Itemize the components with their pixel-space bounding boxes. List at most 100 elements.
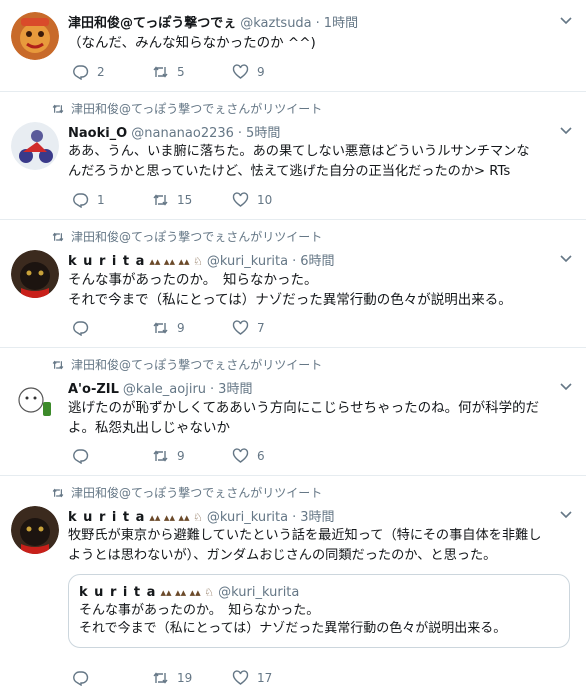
reply-button[interactable]: 2 xyxy=(72,64,152,80)
tweet-actions: 19 17 xyxy=(72,670,312,686)
retweet-button[interactable]: 15 xyxy=(152,192,232,208)
retweet-button[interactable]: 9 xyxy=(152,320,232,336)
quoted-user-handle: @kuri_kurita xyxy=(218,585,300,600)
retweet-button[interactable]: 19 xyxy=(152,670,232,686)
tweet-header: k u r i t a ▴▴ ▴▴ ▴▴ ♘ @kuri_kurita · 3時… xyxy=(68,506,556,525)
like-count: 17 xyxy=(257,671,273,685)
quoted-text-line: それで今まで（私にとっては）ナゾだった異常行動の色々が説明出来る。 xyxy=(79,621,507,636)
retweet-icon xyxy=(52,360,64,369)
retweet-count: 15 xyxy=(177,193,193,207)
retweet-context[interactable]: 津田和俊@てっぽう撃つでぇさんがリツイート xyxy=(51,100,322,117)
timestamp[interactable]: 3時間 xyxy=(300,506,334,525)
timestamp[interactable]: 3時間 xyxy=(218,378,252,397)
retweet-context-label: 津田和俊@てっぽう撃つでぇさんがリツイート xyxy=(71,102,323,116)
retweet-icon xyxy=(52,488,64,497)
chevron-down-icon[interactable] xyxy=(560,383,572,391)
like-icon xyxy=(232,320,249,335)
tweet-text-line: そんな事があったのか。 知らなかった。 xyxy=(68,272,318,288)
retweet-button[interactable]: 5 xyxy=(152,64,232,80)
retweet-count: 19 xyxy=(177,671,193,685)
tweet-text-line: （なんだ、みんな知らなかったのか ^^) xyxy=(68,35,316,51)
tweet-text-line: んだろうかと思っていたけど、怯えて逃げた自分の正当化だったのか> RTs xyxy=(68,164,511,179)
tweet[interactable]: 津田和俊@てっぽう撃つでぇさんがリツイート k u r i t a ▴▴ ▴▴ … xyxy=(0,476,586,696)
tweet-header: A'o-ZIL @kale_aojiru · 3時間 xyxy=(68,378,556,397)
like-button[interactable]: 10 xyxy=(232,192,312,208)
tweet-header: Naoki_O @nananao2236 · 5時間 xyxy=(68,122,556,141)
timeline: 津田和俊@てっぽう撃つでぇ @kaztsuda · 1時間 （なんだ、みんな知ら… xyxy=(0,0,586,696)
avatar[interactable] xyxy=(11,122,59,170)
like-button[interactable]: 7 xyxy=(232,320,312,336)
avatar[interactable] xyxy=(11,12,59,60)
tweet[interactable]: 津田和俊@てっぽう撃つでぇさんがリツイート k u r i t a ▴▴ ▴▴ … xyxy=(0,220,586,348)
reply-count: 1 xyxy=(97,193,105,207)
chevron-down-icon[interactable] xyxy=(560,255,572,263)
display-name[interactable]: k u r i t a xyxy=(68,254,145,269)
like-count: 9 xyxy=(257,65,265,79)
like-count: 7 xyxy=(257,321,265,335)
timestamp[interactable]: 6時間 xyxy=(300,250,334,269)
tweet[interactable]: 津田和俊@てっぽう撃つでぇさんがリツイート Naoki_O @nananao22… xyxy=(0,92,586,220)
like-count: 10 xyxy=(257,193,273,207)
retweet-icon xyxy=(52,232,64,241)
retweet-icon xyxy=(153,66,168,78)
separator: · xyxy=(292,510,297,525)
tweet-text: 牧野氏が東京から避難していたという話を最近知って（特にその事自体を非難し ようと… xyxy=(68,526,580,566)
user-handle[interactable]: @kale_aojiru xyxy=(123,382,206,397)
display-name[interactable]: Naoki_O xyxy=(68,126,127,141)
retweet-icon xyxy=(52,104,64,113)
chevron-down-icon[interactable] xyxy=(560,17,572,25)
retweet-count: 5 xyxy=(177,65,185,79)
retweet-count: 9 xyxy=(177,321,185,335)
like-button[interactable]: 17 xyxy=(232,670,312,686)
tweet-text: そんな事があったのか。 知らなかった。 それで今まで（私にとっては）ナゾだった異… xyxy=(68,270,564,310)
reply-count: 2 xyxy=(97,65,105,79)
quoted-text-line: そんな事があったのか。 知らなかった。 xyxy=(79,603,320,618)
display-name[interactable]: k u r i t a xyxy=(68,510,145,525)
reply-button[interactable] xyxy=(72,448,152,464)
like-count: 6 xyxy=(257,449,265,463)
reply-button[interactable] xyxy=(72,670,152,686)
user-handle[interactable]: @kuri_kurita xyxy=(207,510,288,525)
retweet-button[interactable]: 9 xyxy=(152,448,232,464)
tweet[interactable]: 津田和俊@てっぽう撃つでぇさんがリツイート A'o-ZIL @kale_aoji… xyxy=(0,348,586,476)
reply-icon xyxy=(73,65,89,80)
name-emoji-icon: ▴▴ ▴▴ ▴▴ ♘ xyxy=(149,255,203,268)
avatar[interactable] xyxy=(11,506,59,554)
chevron-down-icon[interactable] xyxy=(560,511,572,519)
tweet-text-line: それで今まで（私にとっては）ナゾだった異常行動の色々が説明出来る。 xyxy=(68,292,512,308)
tweet-text-line: ああ、うん、いま腑に落ちた。あの果てしない悪意はどういうルサンチマンな xyxy=(68,144,530,159)
user-handle[interactable]: @kaztsuda xyxy=(240,16,311,31)
tweet[interactable]: 津田和俊@てっぽう撃つでぇ @kaztsuda · 1時間 （なんだ、みんな知ら… xyxy=(0,0,586,92)
separator: · xyxy=(210,382,215,397)
tweet-text: ああ、うん、いま腑に落ちた。あの果てしない悪意はどういうルサンチマンな んだろう… xyxy=(68,142,578,182)
reply-button[interactable] xyxy=(72,320,152,336)
tweet-text: 逃げたのが恥ずかしくてああいう方向にこじらせちゃったのね。何が科学的だ よ。私怨… xyxy=(68,398,564,438)
tweet-text-line: ようとは思わないが）、ガンダムおじさんの同類だったのか、と思った。 xyxy=(68,548,497,563)
reply-icon xyxy=(73,449,89,464)
like-button[interactable]: 6 xyxy=(232,448,312,464)
user-handle[interactable]: @kuri_kurita xyxy=(207,254,288,269)
display-name[interactable]: 津田和俊@てっぽう撃つでぇ xyxy=(68,12,236,31)
retweet-context-label: 津田和俊@てっぽう撃つでぇさんがリツイート xyxy=(71,358,323,372)
avatar[interactable] xyxy=(11,250,59,298)
retweet-context-label: 津田和俊@てっぽう撃つでぇさんがリツイート xyxy=(71,486,323,500)
like-button[interactable]: 9 xyxy=(232,64,312,80)
tweet-header: k u r i t a ▴▴ ▴▴ ▴▴ ♘ @kuri_kurita · 6時… xyxy=(68,250,556,269)
timestamp[interactable]: 5時間 xyxy=(246,122,280,141)
like-icon xyxy=(232,192,249,207)
separator: · xyxy=(315,16,320,31)
retweet-context[interactable]: 津田和俊@てっぽう撃つでぇさんがリツイート xyxy=(51,356,322,373)
timestamp[interactable]: 1時間 xyxy=(324,12,358,31)
reply-icon xyxy=(73,671,89,686)
quoted-tweet[interactable]: k u r i t a ▴▴ ▴▴ ▴▴ ♘ @kuri_kurita そんな事… xyxy=(68,574,570,648)
reply-icon xyxy=(73,321,89,336)
reply-button[interactable]: 1 xyxy=(72,192,152,208)
display-name[interactable]: A'o-ZIL xyxy=(68,382,119,397)
retweet-context[interactable]: 津田和俊@てっぽう撃つでぇさんがリツイート xyxy=(51,228,322,245)
user-handle[interactable]: @nananao2236 xyxy=(131,126,234,141)
separator: · xyxy=(292,254,297,269)
avatar[interactable] xyxy=(11,378,59,426)
chevron-down-icon[interactable] xyxy=(560,127,572,135)
retweet-context[interactable]: 津田和俊@てっぽう撃つでぇさんがリツイート xyxy=(51,484,322,501)
tweet-actions: 1 15 10 xyxy=(72,192,312,208)
